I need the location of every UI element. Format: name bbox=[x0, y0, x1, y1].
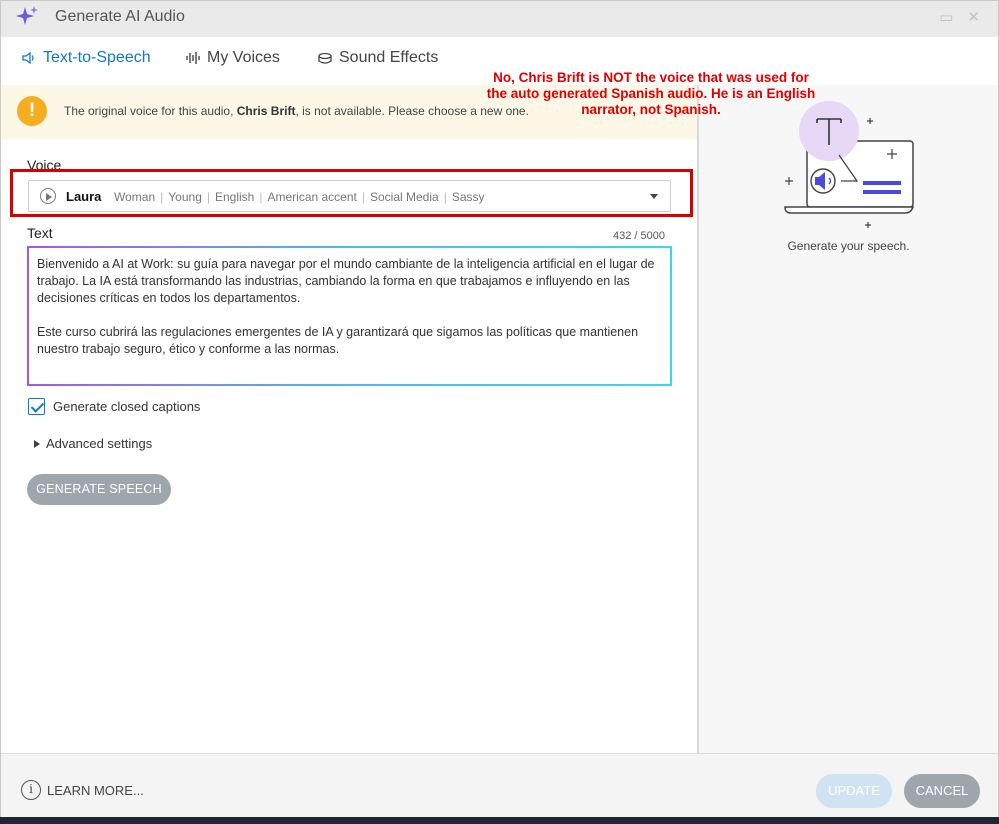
play-icon[interactable] bbox=[40, 188, 56, 204]
tab-sound-effects[interactable]: Sound Effects bbox=[317, 49, 438, 67]
text-paragraph: Este curso cubrirá las regulaciones emer… bbox=[37, 325, 639, 356]
text-paragraph: Bienvenido a AI at Work: su guía para na… bbox=[37, 257, 655, 305]
tab-label: Text-to-Speech bbox=[43, 49, 151, 66]
tab-label: My Voices bbox=[207, 49, 280, 66]
closed-captions-label: Generate closed captions bbox=[53, 399, 201, 414]
waveform-icon bbox=[186, 52, 200, 64]
voice-tags: Woman | Young | English | American accent | Soci… bbox=[114, 190, 485, 204]
warning-text: The original voice for this audio, Chris… bbox=[64, 104, 529, 118]
update-button[interactable]: UPDATE bbox=[816, 774, 892, 808]
voice-select[interactable]: Laura Woman | Young | English | American accen… bbox=[28, 180, 671, 212]
footer: i LEARN MORE... UPDATE CANCEL bbox=[1, 753, 998, 817]
sparkle-icon bbox=[16, 6, 38, 25]
speech-illustration bbox=[784, 101, 915, 228]
tab-label: Sound Effects bbox=[339, 49, 439, 66]
learn-more-label: LEARN MORE... bbox=[47, 782, 144, 798]
title-bar: Generate AI Audio ▭ ✕ bbox=[1, 1, 998, 37]
closed-captions-option[interactable]: Generate closed captions bbox=[28, 398, 200, 415]
closed-captions-checkbox[interactable] bbox=[28, 398, 45, 415]
cancel-button[interactable]: CANCEL bbox=[904, 774, 980, 808]
unavailable-voice-name: Chris Brift bbox=[236, 104, 296, 118]
illustration-caption: Generate your speech. bbox=[787, 239, 910, 253]
chevron-down-icon bbox=[650, 194, 658, 199]
maximize-button[interactable]: ▭ bbox=[939, 8, 953, 26]
advanced-settings-label: Advanced settings bbox=[46, 436, 153, 451]
window-title: Generate AI Audio bbox=[55, 8, 185, 25]
speaker-icon bbox=[22, 51, 34, 65]
tab-text-to-speech[interactable]: Text-to-Speech bbox=[21, 49, 151, 67]
dialog-window: Generate AI Audio ▭ ✕ Text-to-Speech My … bbox=[0, 0, 999, 817]
speech-text-input[interactable]: Bienvenido a AI at Work: su guía para na… bbox=[27, 246, 672, 386]
tab-my-voices[interactable]: My Voices bbox=[185, 49, 280, 67]
drum-icon bbox=[318, 52, 332, 64]
learn-more-link[interactable]: i LEARN MORE... bbox=[21, 780, 144, 800]
character-counter: 432 / 5000 bbox=[613, 230, 665, 242]
chevron-right-icon bbox=[34, 439, 40, 448]
voice-name: Laura bbox=[66, 189, 102, 204]
text-label: Text bbox=[27, 225, 53, 241]
close-button[interactable]: ✕ bbox=[967, 8, 980, 26]
advanced-settings-toggle[interactable]: Advanced settings bbox=[34, 436, 152, 451]
info-icon: i bbox=[21, 780, 41, 800]
generate-speech-button[interactable]: GENERATE SPEECH bbox=[27, 474, 171, 505]
warning-icon: ! bbox=[17, 96, 47, 126]
